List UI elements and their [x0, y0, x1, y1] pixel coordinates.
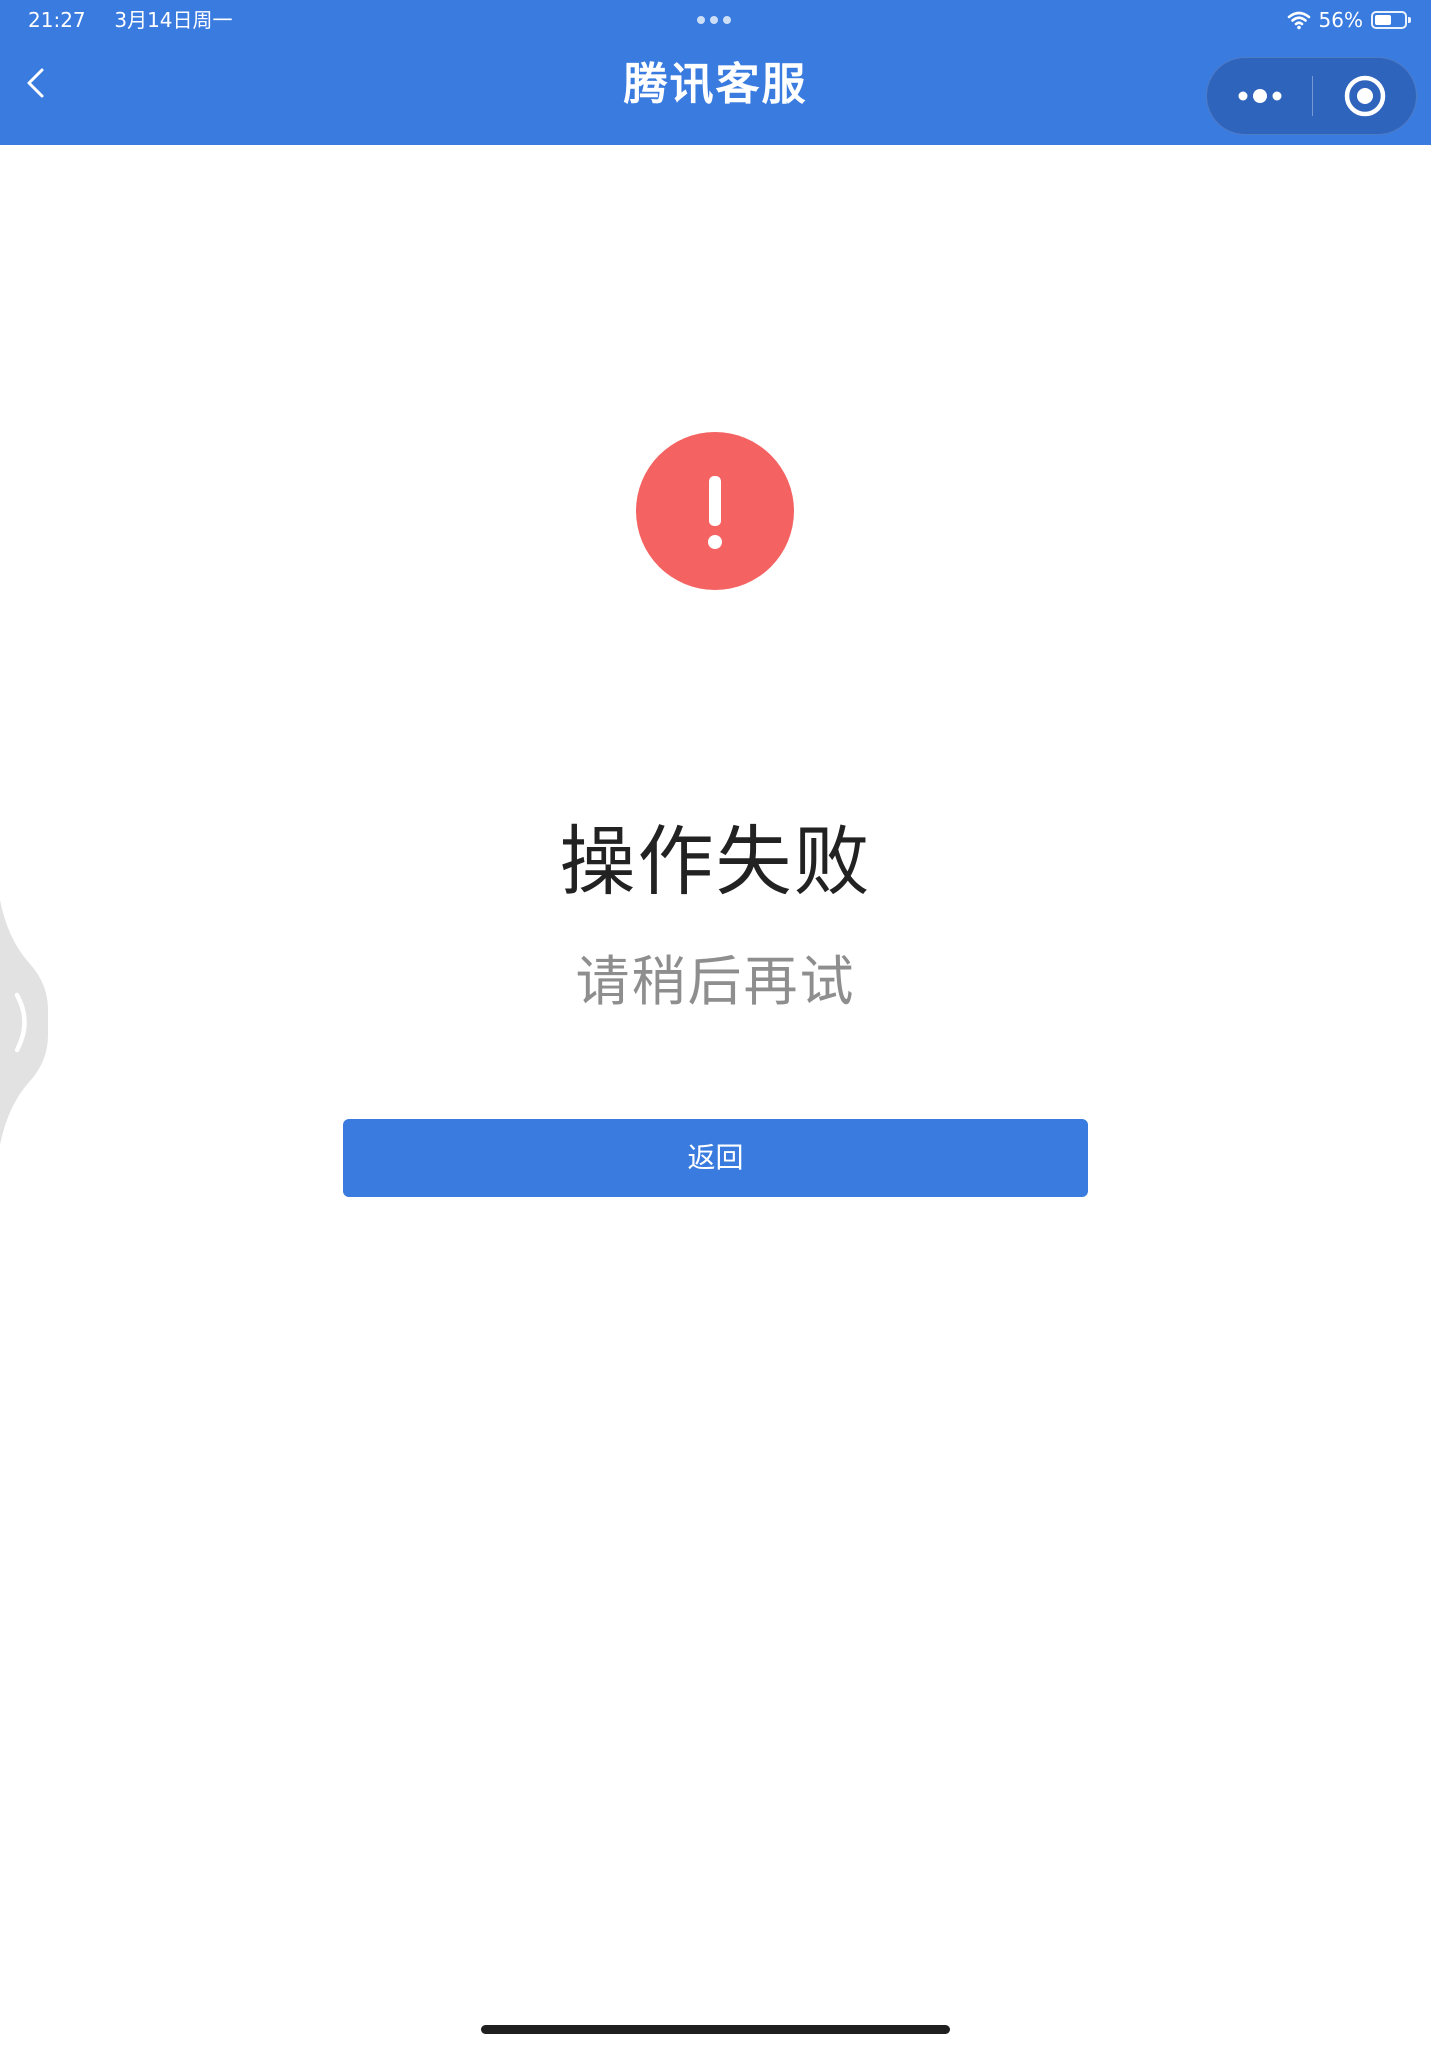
top-bar: 21:27 3月14日周一 56% 腾讯客服: [0, 0, 1431, 145]
close-mini-program-button[interactable]: [1313, 57, 1416, 135]
wifi-icon: [1287, 11, 1310, 30]
error-title: 操作失败: [559, 817, 872, 906]
mini-program-capsule: [1206, 57, 1417, 135]
more-dots-icon: [1238, 89, 1281, 103]
side-drawer-handle[interactable]: [0, 900, 50, 1145]
exclamation-circle-icon: [636, 432, 794, 590]
error-subtitle: 请稍后再试: [575, 950, 856, 1013]
multitasking-dots[interactable]: [697, 16, 731, 24]
more-button[interactable]: [1207, 57, 1312, 135]
battery-percent: 56%: [1318, 8, 1363, 32]
status-indicators: 56%: [1287, 8, 1411, 32]
battery-fill: [1375, 15, 1391, 25]
battery-icon: [1371, 11, 1411, 29]
return-button[interactable]: 返回: [343, 1119, 1088, 1197]
target-circle-icon: [1344, 75, 1385, 117]
status-date: 3月14日周一: [114, 8, 233, 32]
status-time: 21:27: [28, 8, 86, 32]
status-time-date: 21:27 3月14日周一: [28, 8, 233, 32]
home-indicator[interactable]: [481, 2025, 950, 2034]
chevron-right-icon: [0, 900, 48, 1145]
